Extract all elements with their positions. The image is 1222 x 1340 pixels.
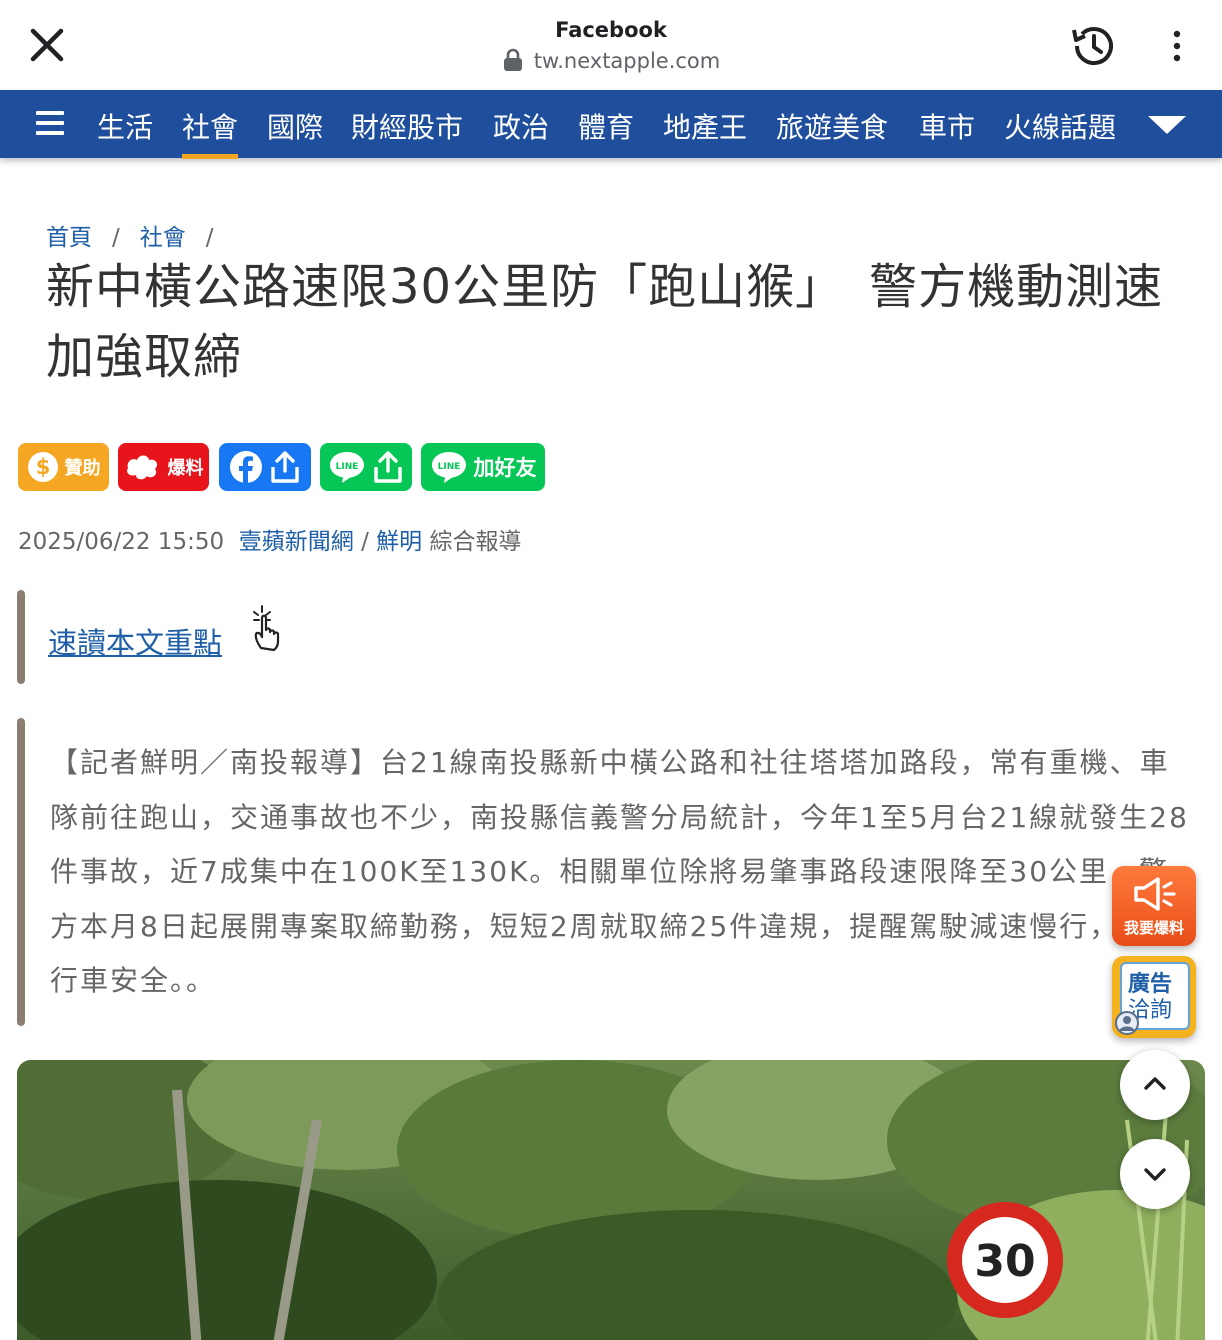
breadcrumb: 首頁 / 社會 /: [46, 218, 234, 252]
line-icon-text: LINE: [336, 462, 359, 472]
dollar-coin-icon: $: [27, 452, 58, 482]
lock-icon: [503, 48, 522, 71]
sponsor-label: 贊助: [64, 458, 101, 479]
url-bar[interactable]: tw.nextapple.com: [0, 48, 1222, 73]
sign-number: 30: [974, 1236, 1035, 1287]
nav-item-cars[interactable]: 車市: [919, 106, 975, 146]
facebook-icon: [230, 451, 262, 483]
sponsor-button[interactable]: $ 贊助: [18, 443, 109, 491]
nav-item-hot-topics[interactable]: 火線話題: [1004, 106, 1116, 146]
article-meta: 2025/06/22 15:50 壹蘋新聞網 / 鮮明 綜合報導: [18, 522, 521, 556]
nav-item-society[interactable]: 社會: [182, 106, 239, 159]
quick-read-link[interactable]: 速讀本文重點: [48, 620, 222, 662]
line-share-button[interactable]: LINE: [320, 443, 412, 491]
site-name: Facebook: [555, 18, 667, 42]
report-type: 綜合報導: [429, 529, 522, 555]
breadcrumb-separator: /: [205, 225, 214, 251]
line-icon-text: LINE: [437, 462, 460, 472]
report-button[interactable]: 爆料: [118, 443, 209, 491]
hamburger-menu-icon[interactable]: [34, 108, 66, 138]
chevron-down-icon: [1144, 1168, 1166, 1181]
ad-inquiry-button[interactable]: 廣告 洽詢: [1112, 956, 1196, 1038]
nav-item-life[interactable]: 生活: [97, 106, 153, 146]
facebook-share-button[interactable]: [219, 443, 311, 491]
floating-report-button[interactable]: 我要爆料: [1112, 866, 1196, 946]
line-icon: LINE: [330, 452, 364, 483]
nav-item-travel-food[interactable]: 旅遊美食: [776, 106, 888, 146]
tap-hand-icon: [253, 605, 280, 652]
report-label: 爆料: [167, 458, 204, 479]
author-link[interactable]: 鮮明: [376, 529, 422, 555]
megaphone-icon: [1134, 877, 1176, 911]
browser-toolbar: Facebook tw.nextapple.com: [0, 0, 1222, 90]
share-upload-icon: [374, 451, 402, 483]
url-text: tw.nextapple.com: [533, 49, 721, 73]
publish-date: 2025/06/22 15:50: [18, 529, 225, 555]
scroll-down-button[interactable]: [1120, 1139, 1190, 1209]
line-icon: LINE: [431, 452, 466, 483]
add-friend-label: 加好友: [473, 456, 537, 480]
nav-item-finance[interactable]: 財經股市: [351, 106, 463, 146]
source-link[interactable]: 壹蘋新聞網: [239, 529, 354, 555]
speed-limit-sign: 30: [947, 1202, 1063, 1318]
breadcrumb-separator: /: [112, 225, 120, 251]
breadcrumb-section[interactable]: 社會: [140, 225, 186, 251]
expand-nav-icon[interactable]: [1146, 112, 1188, 138]
nav-item-international[interactable]: 國際: [267, 106, 323, 146]
line-add-friend-button[interactable]: LINE 加好友: [421, 443, 545, 491]
article-lead: 【記者鮮明／南投報導】台21線南投縣新中橫公路和社往塔塔加路段，常有重機、車隊前…: [50, 746, 1189, 997]
meta-separator: /: [361, 529, 369, 555]
chevron-up-icon: [1144, 1077, 1166, 1090]
article-photo: 30: [17, 1060, 1205, 1340]
article-title: 新中橫公路速限30公里防「跑山猴」 警方機動測速加強取締: [46, 259, 1164, 385]
quote-bar: [17, 718, 25, 1026]
explosion-icon: [126, 455, 157, 480]
quote-bar: [17, 590, 25, 684]
history-icon[interactable]: [1066, 20, 1120, 72]
breadcrumb-home[interactable]: 首頁: [46, 225, 92, 251]
report-float-label: 我要爆料: [1123, 919, 1184, 937]
person-icon: [1115, 1011, 1139, 1035]
share-upload-icon: [271, 451, 299, 483]
nav-item-realestate[interactable]: 地產王: [663, 106, 747, 146]
nav-item-politics[interactable]: 政治: [493, 106, 549, 146]
more-options-icon[interactable]: [1160, 26, 1194, 66]
category-nav: 生活 社會 國際 財經股市 政治 體育 地產王 旅遊美食 車市 火線話題: [0, 90, 1222, 159]
nav-item-sports[interactable]: 體育: [578, 106, 634, 146]
scroll-up-button[interactable]: [1120, 1050, 1190, 1120]
svg-text:$: $: [35, 455, 50, 479]
